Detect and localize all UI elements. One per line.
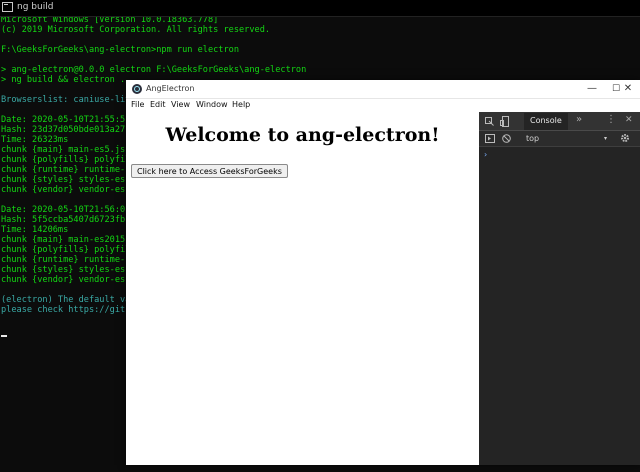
electron-app-icon [132,84,142,94]
context-selector[interactable]: top [526,134,539,143]
terminal-line: chunk {styles} styles-es [1,175,126,185]
terminal-icon [2,2,13,12]
device-toolbar-icon[interactable] [500,116,509,127]
tab-console[interactable]: Console [524,113,568,130]
terminal-cursor [1,335,7,337]
terminal-line: chunk {runtime} runtime- [1,165,126,175]
electron-window-title: AngElectron [146,84,195,93]
terminal-line: Microsoft Windows [Version 10.0.18363.77… [1,17,219,25]
menu-help[interactable]: Help [232,100,250,109]
devtools-tabbar: Console » ⋮ ✕ [479,112,640,131]
menu-file[interactable]: File [131,100,144,109]
terminal-line: Date: 2020-05-10T21:55:5 [1,115,126,125]
terminal-line: chunk {polyfills} polyfil [1,245,131,255]
minimize-button[interactable]: — [580,80,604,98]
terminal-line: F:\GeeksForGeeks\ang-electron>npm run el… [1,45,239,55]
close-button[interactable]: ✕ [616,80,640,98]
console-toolbar: top ▾ [479,131,640,147]
terminal-line: chunk {vendor} vendor-es [1,275,126,285]
terminal-line: Time: 14206ms [1,225,69,235]
menu-bar: File Edit View Window Help [126,99,640,111]
terminal-line: chunk {main} main-es5.js [1,145,126,155]
devtools-menu-icon[interactable]: ⋮ [606,115,616,125]
access-geeksforgeeks-button[interactable]: Click here to Access GeeksForGeeks [131,164,288,178]
electron-titlebar: AngElectron — ☐ ✕ [126,80,640,99]
electron-window: AngElectron — ☐ ✕ File Edit View Window … [126,80,640,465]
menu-edit[interactable]: Edit [150,100,166,109]
terminal-line: Browserslist: caniuse-lit [1,95,131,105]
terminal-title: ng build [17,2,54,12]
terminal-line: chunk {main} main-es2015 [1,235,126,245]
terminal-line: (electron) The default va [1,295,131,305]
terminal-line: chunk {vendor} vendor-es [1,185,126,195]
terminal-line: Date: 2020-05-10T21:56:0 [1,205,126,215]
terminal-titlebar: ng build [0,0,640,17]
terminal-line: please check https://git [1,305,126,315]
menu-view[interactable]: View [171,100,190,109]
menu-window[interactable]: Window [196,100,228,109]
clear-console-icon[interactable] [502,134,511,143]
terminal-line: chunk {polyfills} polyfil [1,155,131,165]
terminal-line: > ng build && electron . [1,75,126,85]
inspect-element-icon[interactable] [485,117,494,126]
devtools-panel: Console » ⋮ ✕ top ▾ › [479,112,640,465]
terminal-line: Time: 26323ms [1,135,69,145]
terminal-line: Hash: 5f5ccba5407d6723fb [1,215,126,225]
terminal-line: Hash: 23d37d050bde013a27 [1,125,126,135]
page-heading: Welcome to ang-electron! [165,124,440,146]
terminal-line: chunk {runtime} runtime- [1,255,126,265]
gear-icon[interactable] [620,133,630,143]
terminal-line: chunk {styles} styles-es [1,265,126,275]
context-dropdown-icon[interactable]: ▾ [604,135,607,142]
terminal-line: (c) 2019 Microsoft Corporation. All righ… [1,25,271,35]
terminal-line: > ang-electron@0.0.0 electron F:\GeeksFo… [1,65,307,75]
page-content: Welcome to ang-electron! Click here to A… [126,112,479,465]
console-prompt[interactable]: › [484,150,487,159]
devtools-close-icon[interactable]: ✕ [625,115,633,125]
more-tabs-icon[interactable]: » [576,115,582,125]
show-sidebar-icon[interactable] [485,134,495,143]
